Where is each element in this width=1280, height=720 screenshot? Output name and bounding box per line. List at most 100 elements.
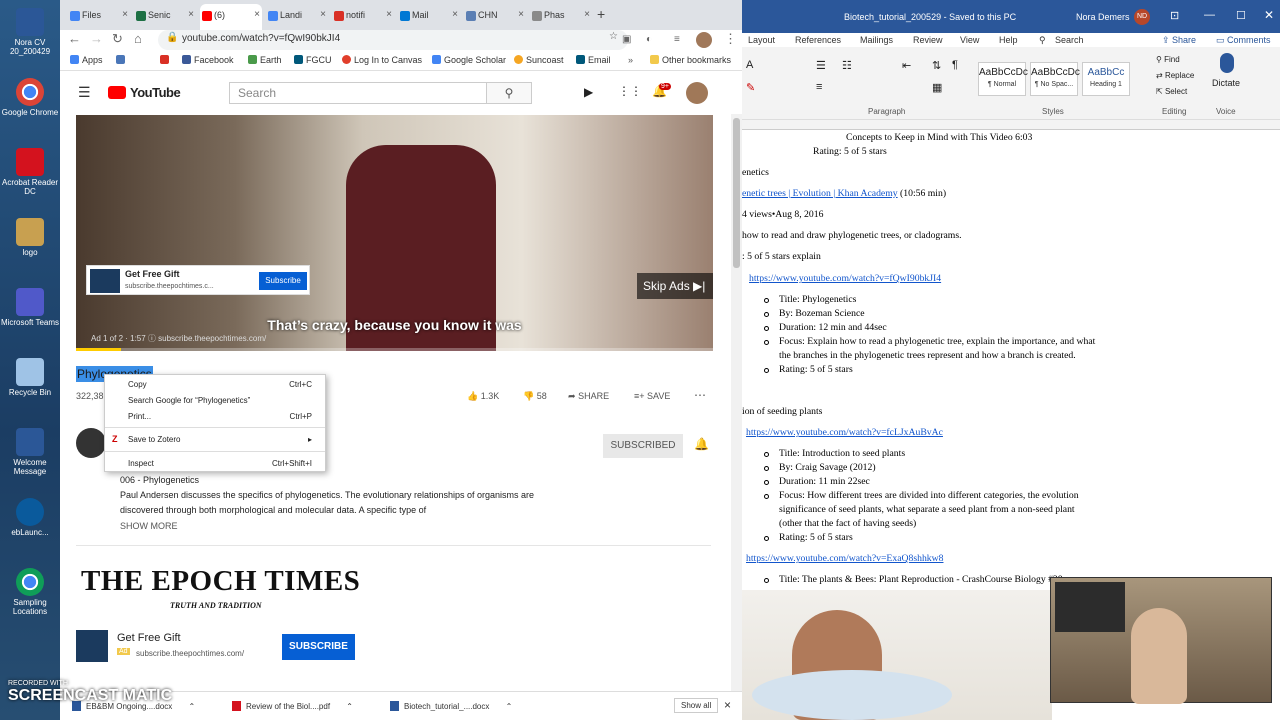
channel-avatar[interactable] bbox=[76, 428, 106, 458]
dislike-button[interactable]: 👎 58 bbox=[523, 391, 547, 402]
tab-review[interactable]: Review bbox=[913, 35, 943, 45]
show-all-button[interactable]: Show all bbox=[674, 698, 719, 713]
ruler[interactable] bbox=[742, 120, 1280, 130]
ad-info-url[interactable]: subscribe.theepochtimes.com/ bbox=[158, 334, 266, 343]
bookmark-canvas[interactable]: Log In to Canvas bbox=[342, 55, 422, 65]
desktop-icon-chrome[interactable]: Google Chrome bbox=[0, 78, 60, 117]
bookmark-scholar[interactable]: Google Scholar bbox=[432, 55, 506, 65]
bookmark-facebook[interactable]: Facebook bbox=[182, 55, 234, 65]
new-tab-icon[interactable]: + bbox=[597, 6, 605, 22]
style-no-spacing[interactable]: AaBbCcDc ¶ No Spac... bbox=[1030, 62, 1080, 96]
tab-files[interactable]: Files × bbox=[68, 4, 130, 30]
style-normal[interactable]: AaBbCcDc ¶ Normal bbox=[978, 62, 1028, 96]
search-button[interactable]: ⚲ bbox=[487, 82, 532, 104]
reading-list-icon[interactable]: ≡ bbox=[674, 34, 680, 45]
search-input[interactable]: Search bbox=[229, 82, 487, 104]
promo-brand[interactable]: THE EPOCH TIMES bbox=[81, 565, 360, 598]
promo-subscribe-button[interactable]: SUBSCRIBE bbox=[282, 634, 355, 660]
ad-subscribe-button[interactable]: Subscribe bbox=[259, 272, 307, 290]
user-initials-avatar[interactable]: ND bbox=[1134, 9, 1150, 25]
promo-title[interactable]: Get Free Gift bbox=[117, 632, 181, 644]
tab-help[interactable]: Help bbox=[999, 35, 1018, 45]
menu-item-search-google[interactable]: Search Google for “Phylogenetics” bbox=[128, 396, 318, 405]
maximize-icon[interactable]: ☐ bbox=[1236, 9, 1246, 22]
bookmark-suncoast[interactable]: Suncoast bbox=[514, 55, 564, 65]
tab-landing[interactable]: Landi × bbox=[266, 4, 328, 30]
bookmark-email[interactable]: Email bbox=[576, 55, 611, 65]
doc-link[interactable]: enetic trees | Evolution | Khan Academy bbox=[742, 188, 898, 199]
notification-bell-icon[interactable]: 🔔 bbox=[694, 437, 709, 451]
menu-item-print[interactable]: Print... Ctrl+P bbox=[128, 412, 318, 421]
share-button[interactable]: ➦ SHARE bbox=[568, 391, 609, 402]
style-heading1[interactable]: AaBbCc Heading 1 bbox=[1082, 62, 1130, 96]
close-icon[interactable]: × bbox=[320, 9, 326, 20]
menu-icon[interactable]: ⋮ bbox=[724, 31, 737, 47]
menu-item-zotero[interactable]: Save to Zotero ▸ bbox=[128, 435, 318, 444]
tab-mail[interactable]: Mail × bbox=[398, 4, 460, 30]
doc-link[interactable]: https://www.youtube.com/watch?v=fcLJxAuB… bbox=[746, 427, 943, 438]
select-button[interactable]: ⇱ Select bbox=[1156, 87, 1187, 96]
replace-button[interactable]: ⇄ Replace bbox=[1156, 71, 1194, 80]
subscribed-button[interactable]: SUBSCRIBED bbox=[603, 434, 683, 458]
menu-item-copy[interactable]: Copy Ctrl+C bbox=[128, 380, 318, 389]
menu-item-inspect[interactable]: Inspect Ctrl+Shift+I bbox=[128, 459, 318, 468]
ribbon-display-icon[interactable]: ⊡ bbox=[1170, 9, 1179, 22]
borders-icon[interactable]: ▦ bbox=[932, 81, 942, 94]
doc-link[interactable]: https://www.youtube.com/watch?v=ExaQ8shh… bbox=[746, 553, 943, 564]
avatar[interactable] bbox=[686, 82, 708, 104]
tab-gmail[interactable]: notifi × bbox=[332, 4, 394, 30]
desktop-icon-recycle[interactable]: Recycle Bin bbox=[0, 358, 60, 397]
close-icon[interactable]: × bbox=[584, 9, 590, 20]
home-icon[interactable]: ⌂ bbox=[134, 31, 142, 46]
indent-icon[interactable]: ⇤ bbox=[902, 59, 911, 72]
highlight-icon[interactable]: ✎ bbox=[746, 81, 755, 94]
bookmark-fgcu[interactable]: FGCU bbox=[294, 55, 332, 65]
youtube-logo-text[interactable]: YouTube bbox=[130, 85, 181, 100]
bullets-icon[interactable]: ☰ bbox=[816, 59, 826, 72]
hamburger-icon[interactable]: ☰ bbox=[78, 84, 91, 101]
share-button[interactable]: ⇪ Share bbox=[1162, 35, 1196, 46]
doc-link[interactable]: https://www.youtube.com/watch?v=fQwI90bk… bbox=[749, 273, 941, 284]
sort-icon[interactable]: ⇅ bbox=[932, 59, 941, 72]
bookmark-other[interactable]: Other bookmarks bbox=[650, 55, 731, 65]
tab-senic[interactable]: Senic × bbox=[134, 4, 196, 30]
save-button[interactable]: ≡+ SAVE bbox=[634, 391, 670, 401]
desktop-icon-acrobat[interactable]: Acrobat Reader DC bbox=[0, 148, 60, 196]
page-scrollbar[interactable] bbox=[731, 114, 742, 691]
reload-icon[interactable]: ↻ bbox=[112, 31, 123, 47]
font-color-icon[interactable]: A bbox=[746, 59, 753, 71]
like-button[interactable]: 👍 1.3K bbox=[467, 391, 499, 402]
desktop-icon-cv[interactable]: Nora CV 20_200429 bbox=[0, 8, 60, 56]
forward-icon[interactable]: → bbox=[90, 31, 103, 46]
user-name[interactable]: Nora Demers bbox=[1076, 12, 1130, 22]
desktop-icon-welcome[interactable]: Welcome Message bbox=[0, 428, 60, 476]
tab-chn[interactable]: CHN × bbox=[464, 4, 526, 30]
apps-grid-icon[interactable]: ⋮⋮ bbox=[618, 84, 642, 98]
tab-youtube[interactable]: (6) × bbox=[200, 4, 262, 30]
numbering-icon[interactable]: ☷ bbox=[842, 59, 852, 72]
download-item[interactable]: Review of the Biol....pdf ⌃ bbox=[232, 701, 353, 711]
close-icon[interactable]: × bbox=[254, 9, 260, 20]
gmail-bookmark[interactable] bbox=[160, 55, 172, 65]
close-icon[interactable]: × bbox=[122, 9, 128, 20]
tab-phase[interactable]: Phas × bbox=[530, 4, 592, 30]
skip-ads-button[interactable]: Skip Ads ▶| bbox=[637, 273, 713, 299]
bookmark-earth[interactable]: Earth bbox=[248, 55, 282, 65]
tab-view[interactable]: View bbox=[960, 35, 979, 45]
close-icon[interactable]: × bbox=[518, 9, 524, 20]
download-item[interactable]: Biotech_tutorial_....docx ⌃ bbox=[390, 701, 512, 711]
video-player[interactable]: Get Free Gift subscribe.theepochtimes.c.… bbox=[76, 115, 713, 351]
back-icon[interactable]: ← bbox=[68, 31, 81, 46]
dictate-button[interactable]: Dictate bbox=[1212, 78, 1240, 88]
video-progress[interactable] bbox=[76, 348, 713, 351]
show-more-button[interactable]: SHOW MORE bbox=[120, 521, 178, 531]
tab-layout[interactable]: Layout bbox=[748, 35, 775, 45]
more-actions-icon[interactable]: ⋯ bbox=[694, 388, 706, 402]
more-bookmarks-icon[interactable]: » bbox=[628, 55, 633, 65]
desktop-icon-teams[interactable]: Microsoft Teams bbox=[0, 288, 60, 327]
close-icon[interactable]: × bbox=[452, 9, 458, 20]
pilcrow-icon[interactable]: ¶ bbox=[952, 59, 958, 71]
chevron-up-icon[interactable]: ⌃ bbox=[189, 702, 196, 711]
desktop-icon-logo[interactable]: logo bbox=[0, 218, 60, 257]
tab-mailings[interactable]: Mailings bbox=[860, 35, 893, 45]
